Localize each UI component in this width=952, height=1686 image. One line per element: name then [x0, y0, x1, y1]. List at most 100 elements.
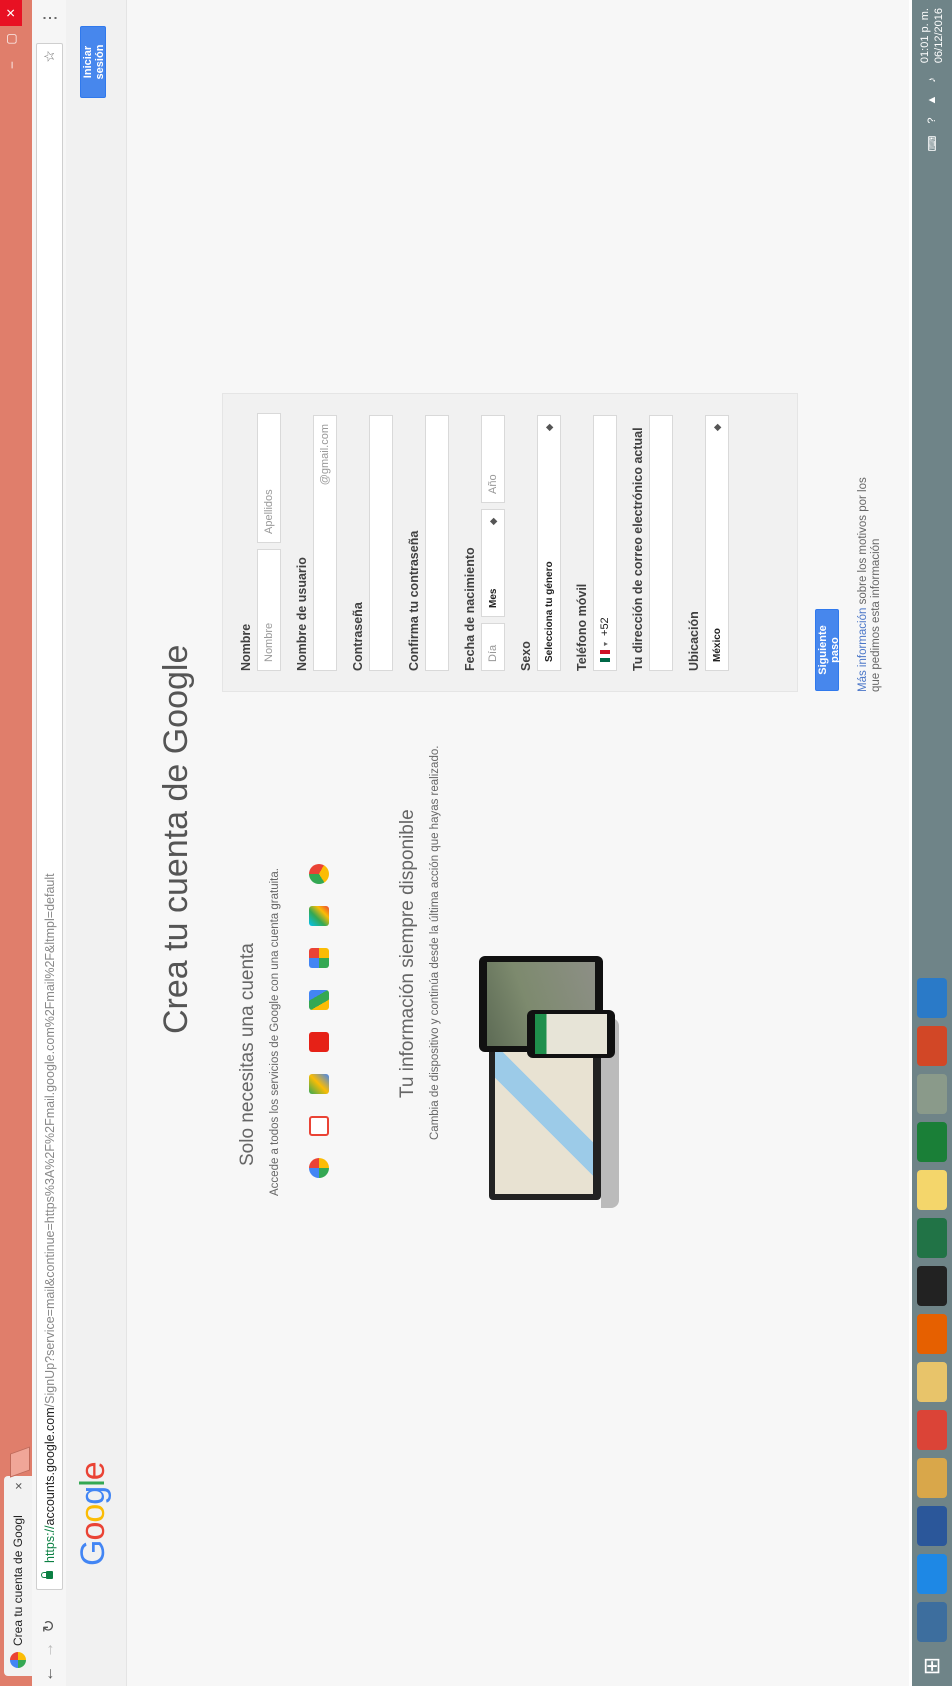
taskbar: ⊞ ⌨ ? ▲ ♪ 01:01 p. m. 06/12/2016 — [912, 0, 952, 1686]
phone-image — [527, 1010, 615, 1058]
gender-select[interactable]: Selecciona tu género ◆ — [537, 415, 561, 671]
reload-icon[interactable]: ↻ — [39, 1614, 59, 1638]
first-name-input[interactable]: Nombre — [257, 549, 281, 671]
current-email-input[interactable] — [649, 415, 673, 671]
volume-icon[interactable]: ♪ — [926, 77, 938, 83]
location-label: Ubicación — [687, 611, 701, 671]
play-icon — [309, 906, 329, 926]
browser-toolbar: ← → ↻ https:// accounts.google.com /Sign… — [32, 0, 67, 1686]
page-header: Google Iniciar sesión — [66, 0, 127, 1686]
photos-icon — [309, 948, 329, 968]
forward-arrow-icon[interactable]: → — [40, 1638, 58, 1662]
username-suffix: @gmail.com — [319, 424, 331, 486]
bookmark-star-icon[interactable]: ☆ — [41, 50, 58, 63]
file-explorer-icon[interactable] — [917, 1362, 947, 1402]
google-logo[interactable]: Google — [74, 1462, 113, 1566]
new-tab-button[interactable] — [10, 1446, 30, 1478]
network-icon[interactable]: ▲ — [926, 95, 938, 106]
section-one-text: Accede a todos los servicios de Google c… — [269, 868, 281, 1196]
url-path: /SignUp?service=mail&continue=https%3A%2… — [42, 873, 57, 1408]
powerpoint-icon[interactable] — [917, 1026, 947, 1066]
devices-image — [479, 950, 639, 1208]
signup-form: Nombre Nombre Apellidos Nombre de usuari… — [222, 393, 798, 692]
browser-tab[interactable]: Crea tu cuenta de Googl × — [4, 1476, 32, 1676]
password-input[interactable] — [369, 415, 393, 671]
section-two-title: Tu información siempre disponible — [397, 809, 418, 1098]
url-host: accounts.google.com — [42, 1407, 57, 1526]
phone-input[interactable]: ▾ +52 — [593, 415, 617, 671]
maps-icon — [309, 1074, 329, 1094]
maximize-button[interactable]: ▢ — [0, 26, 22, 52]
calendar-icon[interactable] — [917, 1122, 947, 1162]
select-arrows-icon: ◆ — [487, 518, 498, 525]
location-select[interactable]: México ◆ — [705, 415, 729, 671]
page-title: Crea tu cuenta de Google — [157, 644, 195, 1034]
word-icon[interactable] — [917, 1506, 947, 1546]
birthdate-label: Fecha de nacimiento — [463, 547, 477, 671]
phone-label: Teléfono móvil — [575, 583, 589, 671]
username-input[interactable]: @gmail.com — [313, 415, 337, 671]
username-label: Nombre de usuario — [295, 557, 309, 671]
confirm-password-input[interactable] — [425, 415, 449, 671]
browser-menu-icon[interactable]: ⋮ — [40, 10, 60, 26]
google-icon — [309, 1158, 329, 1178]
name-label: Nombre — [239, 623, 253, 671]
help-tray-icon[interactable]: ? — [926, 117, 938, 123]
windows-start-icon[interactable]: ⊞ — [912, 1646, 952, 1686]
browser-titlebar: Crea tu cuenta de Googl × – ▢ ✕ — [0, 0, 32, 1686]
screen: Crea tu cuenta de Googl × – ▢ ✕ ← → ↻ ht… — [0, 0, 952, 1686]
tab-title: Crea tu cuenta de Googl — [11, 1515, 25, 1646]
internet-explorer-icon[interactable] — [917, 1554, 947, 1594]
page-body: Crea tu cuenta de Google Solo necesitas … — [127, 0, 909, 1686]
more-info-text: Más información sobre los motivos por lo… — [857, 462, 883, 692]
keyboard-icon[interactable]: ⌨ — [926, 136, 939, 152]
phone-prefix: +52 — [599, 617, 611, 636]
lock-icon — [46, 1571, 53, 1579]
google-favicon-icon — [10, 1652, 26, 1668]
gender-label: Sexo — [519, 641, 533, 671]
address-bar[interactable]: https:// accounts.google.com /SignUp?ser… — [36, 43, 63, 1590]
gmail-icon — [309, 1116, 329, 1136]
last-name-input[interactable]: Apellidos — [257, 413, 281, 543]
section-two-text: Cambia de dispositivo y continúa desde l… — [429, 745, 441, 1140]
location-value: México — [711, 628, 723, 662]
chrome-icon — [309, 864, 329, 884]
mexico-flag-icon[interactable] — [600, 650, 610, 662]
tab-close-icon[interactable]: × — [11, 1476, 26, 1496]
country-dropdown-icon[interactable]: ▾ — [601, 642, 610, 646]
clock-date: 06/12/2016 — [933, 8, 945, 64]
camera-icon[interactable] — [917, 1266, 947, 1306]
select-arrows-icon: ◆ — [543, 424, 554, 431]
system-tray: ⌨ ? ▲ ♪ 01:01 p. m. 06/12/2016 — [912, 0, 952, 157]
sticky-notes-icon[interactable] — [917, 1170, 947, 1210]
more-info-link[interactable]: Más información — [857, 608, 869, 692]
confirm-password-label: Confirma tu contraseña — [407, 530, 421, 671]
section-one-title: Solo necesitas una cuenta — [237, 943, 258, 1166]
window-controls: – ▢ ✕ — [0, 0, 22, 78]
help-icon[interactable] — [917, 978, 947, 1018]
current-email-label: Tu dirección de correo electrónico actua… — [631, 427, 645, 671]
birth-month-select[interactable]: Mes ◆ — [481, 509, 505, 617]
gender-value: Selecciona tu género — [543, 561, 555, 662]
url-scheme: https:// — [42, 1525, 57, 1563]
back-arrow-icon[interactable]: ← — [40, 1662, 58, 1686]
store-icon[interactable] — [917, 1602, 947, 1642]
youtube-icon — [309, 1032, 329, 1052]
close-window-button[interactable]: ✕ — [0, 0, 22, 26]
next-step-button[interactable]: Siguiente paso — [815, 609, 841, 691]
service-icons — [309, 864, 329, 1178]
excel-icon[interactable] — [917, 1218, 947, 1258]
birth-month-value: Mes — [487, 588, 499, 608]
select-arrows-icon: ◆ — [711, 424, 722, 431]
clock[interactable]: 01:01 p. m. 06/12/2016 — [918, 8, 946, 63]
signin-button[interactable]: Iniciar sesión — [80, 26, 106, 98]
chrome-taskbar-icon[interactable] — [917, 1410, 947, 1450]
minimize-button[interactable]: – — [0, 52, 22, 78]
birth-day-input[interactable]: Día — [481, 623, 505, 671]
clock-time: 01:01 p. m. — [919, 8, 931, 64]
password-label: Contraseña — [351, 602, 365, 671]
firefox-icon[interactable] — [917, 1314, 947, 1354]
birth-year-input[interactable]: Año — [481, 415, 505, 503]
app-icon[interactable] — [917, 1074, 947, 1114]
paint-icon[interactable] — [917, 1458, 947, 1498]
